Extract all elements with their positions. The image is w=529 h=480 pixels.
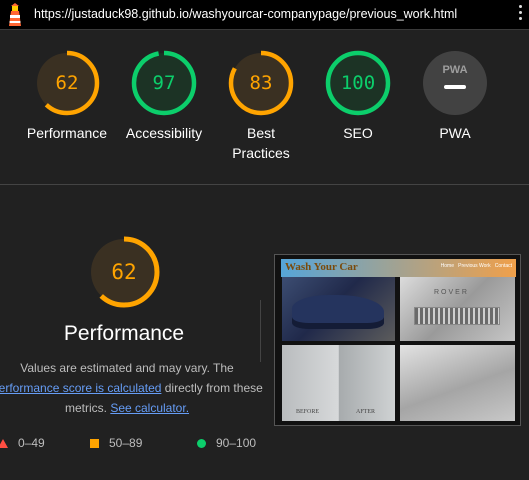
legend-pass: 90–100 [197,436,256,450]
legend-range: 90–100 [216,436,257,450]
note-line: Values are estimated and may vary. The [20,361,234,375]
pwa-badge-icon: PWA [423,51,487,115]
vertical-divider [260,300,261,362]
site-nav-item: Previous Work [458,263,491,269]
gauge-score: 97 [152,72,176,94]
triangle-icon [0,439,8,449]
square-icon [90,439,99,449]
photo-seat [400,345,515,421]
performance-title: Performance [63,322,185,345]
site-nav-item: Home [440,263,454,269]
caption-before: BEFORE [296,409,320,415]
legend-fail: 0–49 [0,436,45,450]
legend-range: 50–89 [109,436,143,450]
car-shape [292,295,384,329]
grille-shape [414,307,500,325]
site-header: Wash Your Car Home Previous Work Contact [281,259,516,277]
final-screenshot[interactable]: Wash Your Car Home Previous Work Contact… [274,254,521,426]
note-line: directly from these [161,381,263,395]
lighthouse-icon [9,3,21,26]
note-line: metrics. [64,401,111,415]
performance-gauge: 62 [88,236,160,308]
site-nav-item: Contact [494,263,512,269]
legend-range: 0–49 [18,436,45,450]
pwa-badge-text: PWA [442,64,467,76]
site-title: Wash Your Car [285,261,358,273]
gauge-score: 100 [340,72,376,94]
more-vertical-icon[interactable] [517,5,523,25]
gauge-score: 62 [55,72,79,94]
photo-blue-car [282,277,395,341]
page-url: https://justaduck98.github.io/washyourca… [34,7,458,21]
performance-note: Values are estimated and may vary. The p… [0,358,263,418]
caption-after: AFTER [356,409,376,415]
performance-score-link[interactable]: performance score is calculated [0,381,161,395]
photo-grille: ROVER [400,277,515,341]
see-calculator-link[interactable]: See calculator. [110,401,189,415]
top-bar: https://justaduck98.github.io/washyourca… [0,0,529,30]
legend-average: 50–89 [90,436,142,450]
section-divider [0,184,529,185]
brand-text: ROVER [434,289,469,296]
photo-seats-before-after: BEFORE AFTER [282,345,395,421]
circle-icon [197,439,206,449]
performance-score: 62 [111,260,137,284]
gauge-score: 83 [249,72,273,94]
site-nav: Home Previous Work Contact [441,263,512,269]
gauge-label: PWA [439,125,471,141]
